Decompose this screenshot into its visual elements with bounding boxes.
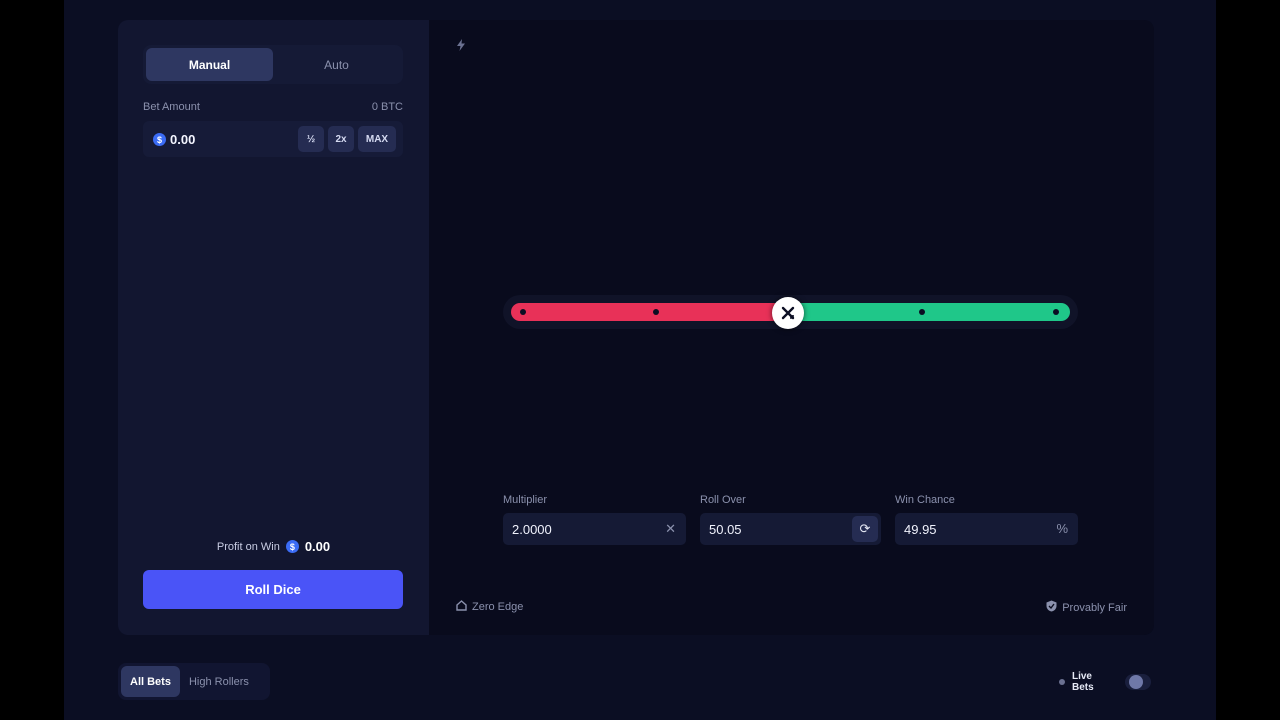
tab-high-rollers[interactable]: High Rollers — [180, 666, 258, 697]
bet-amount-input[interactable]: 0.00 — [170, 132, 195, 147]
page: Manual Auto Bet Amount 0 BTC $ 0.00 ½ 2x… — [64, 0, 1216, 720]
bets-tabs: All Bets High Rollers — [118, 663, 270, 700]
slider-win-range — [796, 303, 1070, 321]
live-indicator-icon — [1059, 679, 1065, 685]
tab-auto[interactable]: Auto — [273, 48, 400, 81]
slider-tick — [1053, 309, 1059, 315]
dollar-coin-icon: $ — [153, 133, 166, 146]
double-bet-button[interactable]: 2x — [328, 126, 354, 152]
win-chance-stat: Win Chance 49.95 % — [895, 494, 1078, 545]
shield-check-icon — [1046, 600, 1057, 615]
profit-label: Profit on Win — [216, 540, 280, 553]
bet-balance: 0 BTC — [371, 101, 403, 113]
win-chance-label: Win Chance — [895, 494, 955, 506]
mode-tabs: Manual Auto — [143, 45, 403, 84]
zero-edge-label: Zero Edge — [472, 601, 524, 613]
bet-sidebar: Manual Auto Bet Amount 0 BTC $ 0.00 ½ 2x… — [118, 20, 429, 635]
bet-amount-label: Bet Amount — [143, 101, 200, 113]
slider-tick — [919, 309, 925, 315]
roll-over-field[interactable]: 50.05 ⟳ — [700, 513, 881, 545]
roll-over-input[interactable]: 50.05 — [709, 522, 742, 537]
tab-manual[interactable]: Manual — [146, 48, 273, 81]
percent-icon: % — [1056, 521, 1068, 536]
tab-all-bets[interactable]: All Bets — [121, 666, 180, 697]
dollar-coin-icon: $ — [285, 540, 299, 553]
dice-game-panel: Manual Auto Bet Amount 0 BTC $ 0.00 ½ 2x… — [118, 20, 1154, 635]
multiplier-field[interactable]: 2.0000 ✕ — [503, 513, 686, 545]
profit-value: 0.00 — [304, 539, 331, 554]
profit-on-win: Profit on Win $ 0.00 — [118, 539, 429, 554]
lightning-icon[interactable] — [456, 39, 466, 54]
multiplier-input[interactable]: 2.0000 — [512, 522, 552, 537]
provably-fair-label: Provably Fair — [1062, 601, 1127, 614]
dice-slider[interactable] — [503, 295, 1078, 329]
roll-over-label: Roll Over — [700, 494, 746, 506]
toggle-knob — [1129, 675, 1144, 689]
live-bets-label: Live Bets — [1071, 671, 1094, 693]
close-icon: ✕ — [665, 521, 676, 536]
roll-dice-button[interactable]: Roll Dice — [143, 570, 403, 609]
roll-over-stat: Roll Over 50.05 ⟳ — [700, 494, 881, 545]
live-bets-control: Live Bets — [1059, 670, 1152, 694]
refresh-icon[interactable]: ⟳ — [852, 516, 878, 542]
win-chance-input[interactable]: 49.95 — [904, 522, 937, 537]
multiplier-stat: Multiplier 2.0000 ✕ — [503, 494, 686, 545]
provably-fair-link[interactable]: Provably Fair — [1046, 600, 1127, 615]
slider-tick — [520, 309, 526, 315]
slider-handle[interactable] — [772, 297, 804, 329]
slider-tick — [653, 309, 659, 315]
dice-stage: Multiplier 2.0000 ✕ Roll Over 50.05 ⟳ Wi… — [429, 20, 1154, 635]
live-bets-toggle[interactable] — [1125, 674, 1152, 690]
bet-amount-field[interactable]: $ 0.00 ½ 2x MAX — [143, 121, 403, 157]
zero-edge-link[interactable]: Zero Edge — [456, 600, 523, 614]
home-icon — [456, 600, 467, 614]
half-bet-button[interactable]: ½ — [298, 126, 324, 152]
max-bet-button[interactable]: MAX — [358, 126, 396, 152]
win-chance-field[interactable]: 49.95 % — [895, 513, 1078, 545]
swap-arrows-icon — [781, 306, 795, 320]
multiplier-label: Multiplier — [503, 494, 548, 506]
